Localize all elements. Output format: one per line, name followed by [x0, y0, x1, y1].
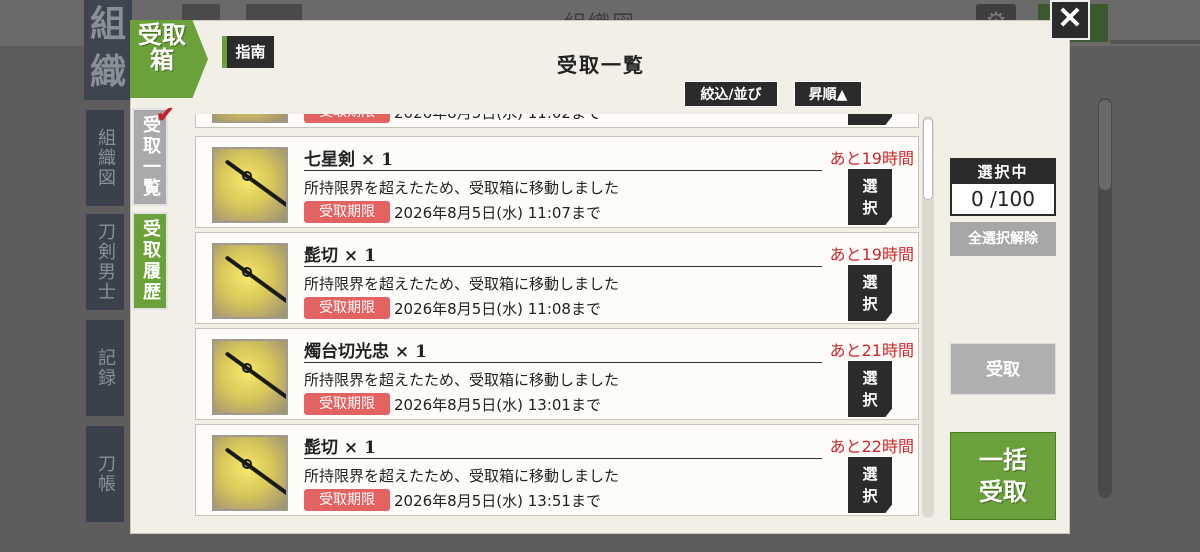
deadline-badge: 受取期限 — [304, 489, 390, 511]
selection-count: 0 /100 — [971, 187, 1035, 211]
background-big-title: 組織 — [84, 0, 132, 100]
inbox-list[interactable]: 受取期限 2026年8月5日(水) 11:02まで 七星剣 × 1 あと19時間… — [195, 114, 921, 518]
filter-sort-button[interactable]: 絞込/並び — [684, 81, 778, 107]
bulk-receive-label-1: 一括 — [979, 445, 1027, 474]
remaining-time: あと19時間 — [829, 245, 914, 264]
item-name: 七星剣 × 1 — [304, 145, 822, 171]
item-description: 所持限界を超えたため、受取箱に移動しました — [304, 275, 620, 293]
background-tab-records: 記録 — [86, 320, 124, 416]
tab-receive-history[interactable]: 受取履歴 — [132, 212, 168, 310]
deadline-badge: 受取期限 — [304, 297, 390, 319]
selection-counter: 選択中 0 /100 — [950, 158, 1056, 216]
item-name: 燭台切光忠 × 1 — [304, 337, 822, 363]
deadline-text: 2026年8月5日(水) 11:08まで — [394, 300, 601, 318]
remaining-time: あと19時間 — [829, 149, 914, 168]
background-tab-catalog: 刀帳 — [86, 426, 124, 522]
sword-thumbnail — [212, 435, 288, 511]
deadline-text: 2026年8月5日(水) 13:01まで — [394, 396, 601, 414]
background-tab-swords: 刀剣男士 — [86, 214, 124, 310]
select-button-label: 選択 — [862, 369, 878, 409]
select-button[interactable]: 選択 — [848, 265, 892, 321]
deadline-badge: 受取期限 — [304, 201, 390, 223]
item-description: 所持限界を超えたため、受取箱に移動しました — [304, 371, 620, 389]
deadline-text: 2026年8月5日(水) 11:02まで — [394, 114, 601, 123]
inbox-badge-label: 受取箱 — [138, 20, 186, 74]
remaining-time: あと21時間 — [829, 341, 914, 360]
list-item: 燭台切光忠 × 1 あと21時間 所持限界を超えたため、受取箱に移動しました 受… — [195, 328, 919, 420]
sword-thumbnail — [212, 147, 288, 223]
select-button[interactable]: 選択 — [848, 457, 892, 513]
deadline-badge: 受取期限 — [304, 393, 390, 415]
select-button[interactable]: 選択 — [848, 169, 892, 225]
remaining-time: あと22時間 — [829, 437, 914, 456]
list-item: 受取期限 2026年8月5日(水) 11:02まで — [195, 114, 919, 128]
order-toggle-button[interactable]: 昇順▲ — [794, 81, 862, 107]
select-button[interactable] — [848, 114, 892, 125]
sword-thumbnail — [212, 243, 288, 319]
selection-counter-header: 選択中 — [952, 160, 1054, 184]
sword-thumbnail — [212, 339, 288, 415]
list-item: 髭切 × 1 あと19時間 所持限界を超えたため、受取箱に移動しました 受取期限… — [195, 232, 919, 324]
deadline-text: 2026年8月5日(水) 11:07まで — [394, 204, 601, 222]
select-button-label: 選択 — [862, 177, 878, 217]
select-button-label: 選択 — [862, 273, 878, 313]
bulk-receive-button[interactable]: 一括 受取 — [950, 432, 1056, 520]
close-icon: ✕ — [1057, 1, 1083, 36]
bulk-receive-label-2: 受取 — [979, 477, 1027, 506]
item-description: 所持限界を超えたため、受取箱に移動しました — [304, 467, 620, 485]
select-button[interactable]: 選択 — [848, 361, 892, 417]
deadline-badge: 受取期限 — [304, 114, 390, 123]
check-icon: ✔ — [156, 102, 175, 128]
background-tab-organization: 組織図 — [86, 110, 124, 206]
background-divider — [1110, 40, 1200, 44]
select-button-label: 選択 — [862, 465, 878, 505]
close-button[interactable]: ✕ — [1050, 0, 1090, 40]
clear-selection-button[interactable]: 全選択解除 — [950, 222, 1056, 256]
list-item: 七星剣 × 1 あと19時間 所持限界を超えたため、受取箱に移動しました 受取期… — [195, 136, 919, 228]
sword-thumbnail — [212, 114, 288, 123]
item-name: 髭切 × 1 — [304, 241, 822, 267]
receive-button[interactable]: 受取 — [950, 343, 1056, 395]
list-item: 髭切 × 1 あと22時間 所持限界を超えたため、受取箱に移動しました 受取期限… — [195, 424, 919, 516]
item-description: 所持限界を超えたため、受取箱に移動しました — [304, 179, 620, 197]
deadline-text: 2026年8月5日(水) 13:51まで — [394, 492, 601, 510]
item-name: 髭切 × 1 — [304, 433, 822, 459]
background-scrollbar-thumb — [1099, 100, 1111, 190]
guide-button[interactable]: 指南 — [222, 36, 274, 68]
list-scrollbar-thumb[interactable] — [923, 118, 933, 200]
